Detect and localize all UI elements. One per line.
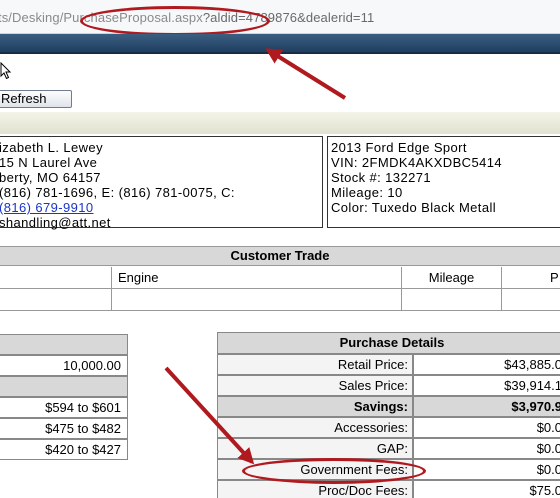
customer-cell-link[interactable]: (816) 679-9910	[0, 200, 94, 215]
payment-table-header	[0, 334, 128, 355]
vehicle-vin: VIN: 2FMDK4AKXDBC5414	[331, 155, 502, 170]
customer-trade-row	[0, 289, 560, 311]
payment-row: $475 to $482	[0, 418, 128, 439]
url-highlight-oval	[80, 6, 270, 36]
trade-cell-price	[501, 289, 560, 311]
accessories-value: $0.0	[413, 417, 560, 438]
customer-phones: (816) 781-1696, E: (816) 781-0075, C:	[0, 185, 235, 200]
gap-label: GAP:	[217, 438, 413, 459]
sales-price-value: $39,914.1	[413, 375, 560, 396]
retail-price-label: Retail Price:	[217, 354, 413, 375]
column-price: P	[501, 267, 560, 289]
payment-row	[0, 376, 128, 397]
savings-value: $3,970.9	[413, 396, 560, 417]
proc-doc-fees-value: $75.0	[413, 480, 560, 498]
government-fees-value: $0.0	[413, 459, 560, 480]
section-separator	[0, 112, 560, 134]
trade-cell-engine	[111, 289, 401, 311]
customer-name: izabeth L. Lewey	[0, 140, 103, 155]
sales-price-label: Sales Price:	[217, 375, 413, 396]
sales-price-row: Sales Price: $39,914.1	[217, 375, 560, 396]
payment-row: 10,000.00	[0, 355, 128, 376]
vehicle-stock: Stock #: 132271	[331, 170, 431, 185]
customer-trade-header: Customer Trade	[0, 246, 560, 266]
savings-row: Savings: $3,970.9	[217, 396, 560, 417]
retail-price-value: $43,885.0	[413, 354, 560, 375]
mouse-pointer-icon	[0, 62, 12, 80]
url-prefix: ts/Desking/	[0, 10, 64, 25]
proc-doc-fees-row: Proc/Doc Fees: $75.0	[217, 480, 560, 498]
arrow-to-url	[265, 48, 347, 100]
vehicle-color: Color: Tuxedo Black Metall	[331, 200, 497, 215]
customer-email: shandling@att.net	[0, 215, 111, 230]
customer-street: 15 N Laurel Ave	[0, 155, 98, 170]
retail-price-row: Retail Price: $43,885.0	[217, 354, 560, 375]
customer-city: berty, MO 64157	[0, 170, 101, 185]
accessories-row: Accessories: $0.0	[217, 417, 560, 438]
payment-row: $420 to $427	[0, 439, 128, 460]
trade-cell-mileage	[401, 289, 501, 311]
gap-row: GAP: $0.0	[217, 438, 560, 459]
app-header-band	[0, 34, 560, 54]
customer-info-box: izabeth L. Lewey 15 N Laurel Ave berty, …	[0, 136, 323, 230]
payment-row: $594 to $601	[0, 397, 128, 418]
gap-value: $0.0	[413, 438, 560, 459]
column-engine: Engine	[111, 267, 401, 289]
refresh-button[interactable]: Refresh	[0, 90, 72, 108]
government-fees-highlight-oval	[242, 458, 426, 484]
purchase-details-header: Purchase Details	[217, 332, 560, 354]
savings-label: Savings:	[217, 396, 413, 417]
vehicle-info-box: 2013 Ford Edge Sport VIN: 2FMDK4AKXDBC54…	[327, 136, 560, 228]
vehicle-mileage: Mileage: 10	[331, 185, 403, 200]
vehicle-model: 2013 Ford Edge Sport	[331, 140, 467, 155]
column-mileage: Mileage	[401, 267, 501, 289]
accessories-label: Accessories:	[217, 417, 413, 438]
customer-trade-columns: Engine Mileage P	[0, 267, 560, 289]
address-bar[interactable]: ts/Desking/PurchaseProposal.aspx?aldid=4…	[0, 0, 560, 36]
